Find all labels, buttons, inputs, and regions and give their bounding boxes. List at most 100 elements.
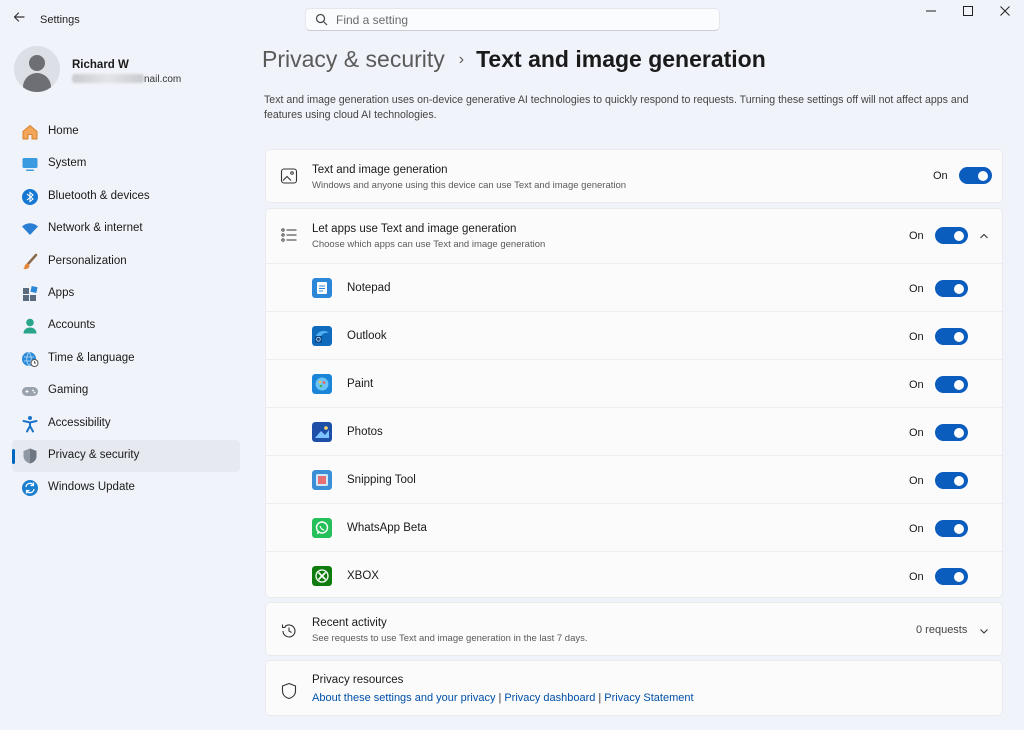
text-image-generation-toggle[interactable] bbox=[959, 167, 992, 184]
setting-title: Let apps use Text and image generation bbox=[312, 223, 517, 235]
brush-icon bbox=[23, 253, 38, 269]
recent-activity-card[interactable]: Recent activity See requests to use Text… bbox=[265, 602, 1003, 656]
request-count: 0 requests bbox=[916, 624, 968, 636]
toggle-state-label: On bbox=[909, 230, 924, 242]
sidebar-item-bluetooth[interactable]: Bluetooth & devices bbox=[12, 181, 240, 213]
app-row-paint: Paint On bbox=[266, 359, 1002, 407]
setting-subtitle: Windows and anyone using this device can… bbox=[312, 180, 627, 191]
photos-icon bbox=[312, 422, 332, 442]
xbox-icon bbox=[312, 566, 332, 586]
app-title: Settings bbox=[40, 14, 80, 26]
app-name: XBOX bbox=[347, 570, 379, 582]
app-name: Paint bbox=[347, 378, 374, 390]
breadcrumb-parent-link[interactable]: Privacy & security bbox=[262, 46, 445, 72]
setting-title: Text and image generation bbox=[312, 164, 448, 176]
sidebar-item-windows-update[interactable]: Windows Update bbox=[12, 472, 240, 504]
globe-clock-icon bbox=[22, 351, 39, 367]
breadcrumb-separator: › bbox=[458, 51, 465, 68]
sidebar-item-label: Accessibility bbox=[48, 416, 111, 429]
snipping-tool-icon bbox=[312, 470, 332, 490]
gamepad-icon bbox=[22, 387, 38, 397]
sidebar-item-time-language[interactable]: Time & language bbox=[12, 343, 240, 375]
toggle-state-label: On bbox=[909, 283, 924, 295]
apps-section-card: Let apps use Text and image generation C… bbox=[265, 208, 1003, 598]
let-apps-use-toggle[interactable] bbox=[935, 227, 968, 244]
accounts-icon bbox=[23, 319, 37, 334]
maximize-button[interactable] bbox=[953, 5, 983, 23]
sidebar-item-label: Bluetooth & devices bbox=[48, 189, 150, 202]
sidebar-item-label: Home bbox=[48, 125, 79, 137]
whatsapp-icon bbox=[312, 518, 332, 538]
back-arrow-icon[interactable] bbox=[10, 10, 28, 28]
sidebar-item-label: Personalization bbox=[48, 254, 127, 267]
paint-toggle[interactable] bbox=[935, 376, 968, 393]
chevron-down-icon[interactable] bbox=[978, 625, 990, 637]
sidebar-item-label: System bbox=[48, 157, 87, 170]
link-separator: | bbox=[598, 692, 602, 704]
selection-indicator bbox=[12, 448, 15, 464]
app-name: Snipping Tool bbox=[347, 474, 416, 486]
notepad-icon bbox=[312, 278, 332, 298]
app-name: Photos bbox=[347, 426, 383, 438]
photos-toggle[interactable] bbox=[935, 424, 968, 441]
profile-name: Richard W bbox=[72, 59, 129, 71]
toggle-state-label: On bbox=[909, 475, 924, 487]
page-title: Text and image generation bbox=[476, 46, 766, 72]
sidebar-item-label: Privacy & security bbox=[48, 448, 140, 461]
search-box[interactable] bbox=[305, 8, 720, 31]
image-generation-icon bbox=[280, 168, 298, 184]
profile-email: nail.com bbox=[72, 74, 181, 85]
link-separator: | bbox=[498, 692, 502, 704]
privacy-statement-link[interactable]: Privacy Statement bbox=[604, 692, 693, 704]
close-button[interactable] bbox=[990, 5, 1020, 23]
sidebar-item-home[interactable]: Home bbox=[12, 116, 240, 148]
app-row-photos: Photos On bbox=[266, 407, 1002, 455]
user-profile[interactable]: Richard W nail.com bbox=[14, 46, 244, 98]
toggle-state-label: On bbox=[909, 379, 924, 391]
whatsapp-beta-toggle[interactable] bbox=[935, 520, 968, 537]
snipping-tool-toggle[interactable] bbox=[935, 472, 968, 489]
sidebar-item-network[interactable]: Network & internet bbox=[12, 213, 240, 245]
sidebar-item-system[interactable]: System bbox=[12, 148, 240, 180]
sidebar-nav: Home System Bluetooth & devices Network … bbox=[12, 116, 240, 505]
sidebar-item-accessibility[interactable]: Accessibility bbox=[12, 408, 240, 440]
sidebar-item-personalization[interactable]: Personalization bbox=[12, 246, 240, 278]
app-row-snipping-tool: Snipping Tool On bbox=[266, 455, 1002, 503]
setting-subtitle: See requests to use Text and image gener… bbox=[312, 633, 588, 644]
setting-subtitle: Choose which apps can use Text and image… bbox=[312, 239, 546, 250]
app-name: Outlook bbox=[347, 330, 387, 342]
notepad-toggle[interactable] bbox=[935, 280, 968, 297]
accessibility-icon bbox=[22, 415, 38, 433]
search-input[interactable] bbox=[336, 11, 706, 28]
privacy-resources-card: Privacy resources About these settings a… bbox=[265, 660, 1003, 716]
about-settings-privacy-link[interactable]: About these settings and your privacy bbox=[312, 692, 495, 704]
privacy-links: About these settings and your privacy | Pr… bbox=[312, 692, 694, 704]
paint-icon bbox=[312, 374, 332, 394]
search-icon bbox=[315, 13, 328, 26]
toggle-state-label: On bbox=[933, 170, 948, 182]
minimize-button[interactable] bbox=[916, 5, 946, 23]
update-icon bbox=[22, 480, 38, 497]
xbox-toggle[interactable] bbox=[935, 568, 968, 585]
sidebar-item-accounts[interactable]: Accounts bbox=[12, 310, 240, 342]
outlook-toggle[interactable] bbox=[935, 328, 968, 345]
text-image-generation-card: Text and image generation Windows and an… bbox=[265, 149, 1003, 203]
sidebar-item-gaming[interactable]: Gaming bbox=[12, 375, 240, 407]
toggle-state-label: On bbox=[909, 427, 924, 439]
sidebar-item-label: Network & internet bbox=[48, 222, 143, 235]
sidebar-item-label: Windows Update bbox=[48, 481, 135, 494]
bluetooth-icon bbox=[22, 188, 38, 205]
outlook-icon: O bbox=[312, 326, 332, 346]
privacy-dashboard-link[interactable]: Privacy dashboard bbox=[504, 692, 595, 704]
sidebar-item-privacy-security[interactable]: Privacy & security bbox=[12, 439, 240, 473]
chevron-up-icon[interactable] bbox=[978, 230, 990, 242]
avatar bbox=[14, 46, 60, 92]
setting-title: Recent activity bbox=[312, 617, 387, 629]
app-row-outlook: O Outlook On bbox=[266, 311, 1002, 359]
sidebar-item-apps[interactable]: Apps bbox=[12, 278, 240, 310]
shield-icon bbox=[23, 448, 37, 464]
app-name: Notepad bbox=[347, 282, 391, 294]
sidebar-item-label: Accounts bbox=[48, 319, 96, 332]
toggle-state-label: On bbox=[909, 571, 924, 583]
sidebar-item-label: Gaming bbox=[48, 384, 89, 397]
